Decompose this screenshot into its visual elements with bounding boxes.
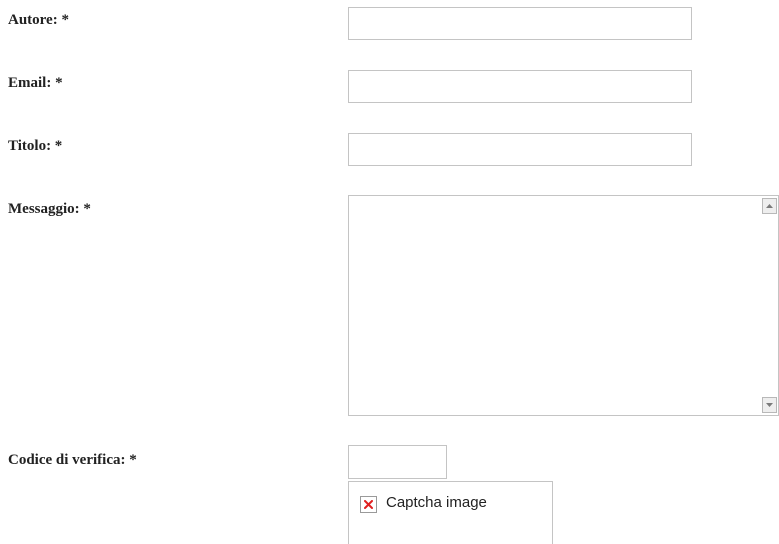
triangle-up-icon	[766, 204, 773, 208]
title-label: Titolo: *	[8, 138, 63, 154]
message-label: Messaggio: *	[8, 201, 91, 217]
red-x-icon	[364, 500, 373, 509]
email-label: Email: *	[8, 75, 63, 91]
message-textarea-container	[348, 195, 779, 416]
scroll-up-button[interactable]	[762, 198, 777, 214]
author-input[interactable]	[348, 7, 692, 40]
captcha-input[interactable]	[348, 445, 447, 479]
message-textarea[interactable]	[349, 196, 760, 415]
scroll-down-button[interactable]	[762, 397, 777, 413]
captcha-image: Captcha image	[348, 481, 553, 544]
email-input[interactable]	[348, 70, 692, 103]
captcha-alt-text: Captcha image	[386, 494, 487, 511]
message-scrollbar[interactable]	[761, 196, 778, 415]
triangle-down-icon	[766, 403, 773, 407]
captcha-label: Codice di verifica: *	[8, 452, 137, 468]
title-input[interactable]	[348, 133, 692, 166]
broken-image-icon	[360, 496, 377, 513]
author-label: Autore: *	[8, 12, 69, 28]
